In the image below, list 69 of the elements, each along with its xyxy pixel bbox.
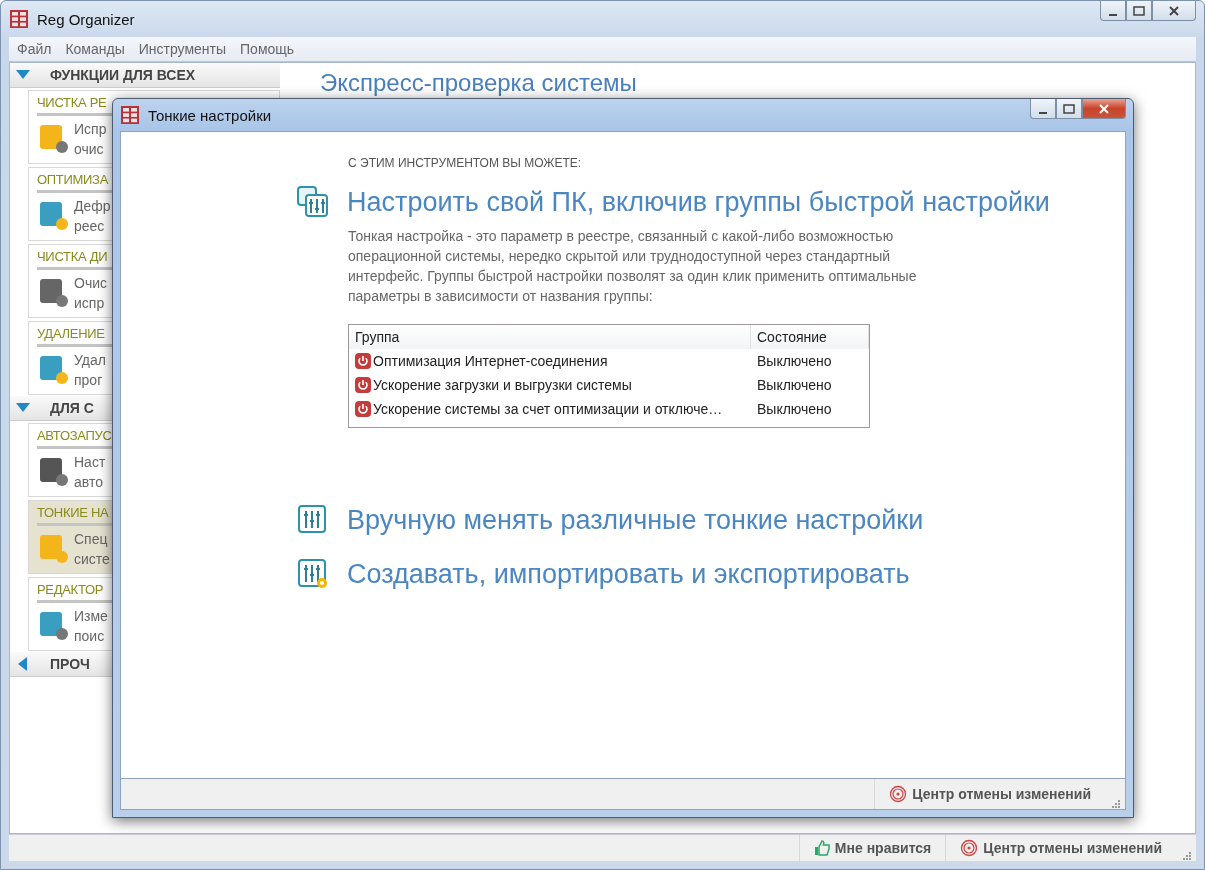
section-title: ФУНКЦИИ ДЛЯ ВСЕХ	[50, 67, 196, 83]
window-title: Reg Organizer	[37, 10, 135, 28]
dialog-title: Тонкие настройки	[148, 106, 272, 124]
sliders-gear-icon	[297, 558, 329, 590]
sliders-icon	[297, 186, 329, 218]
column-header[interactable]: Состояние	[751, 325, 869, 349]
card-title: АВТОЗАПУС	[37, 428, 113, 443]
card-description: систе	[74, 550, 110, 569]
collapsed-triangle-icon[interactable]	[16, 657, 30, 671]
maximize-icon	[1133, 5, 1145, 16]
card-title: ЧИСТКА ДИ	[37, 249, 109, 264]
maximize-icon	[1063, 103, 1075, 114]
card-title: ТОНКИЕ НА	[37, 505, 110, 520]
card-description: Удал	[74, 351, 106, 370]
state-cell-text: Выключено	[756, 401, 833, 417]
card-description: авто	[74, 473, 104, 492]
menu-item[interactable]: Команды	[65, 41, 125, 57]
close-button[interactable]	[1152, 1, 1196, 21]
minimize-button[interactable]	[1030, 99, 1056, 119]
card-title: ЧИСТКА РЕ	[37, 95, 108, 110]
card-description: испр	[74, 294, 106, 313]
maximize-button[interactable]	[1126, 1, 1152, 21]
state-cell-text: Выключено	[756, 377, 833, 393]
menu-item[interactable]: Файл	[17, 41, 52, 57]
sliders-icon	[297, 504, 329, 536]
menu-item[interactable]: Инструменты	[138, 41, 227, 57]
option-description: Тонкая настройка - это параметр в реестре, связанный с какой-либо возможностью операционной системы, нередко скрытой или труднодоступной через стандартный интерфейс. Группы быстрой настройки позволят за один клик применить оптимальные параметры в зависимости от названия группы:	[348, 227, 918, 306]
group-cell[interactable]: Оптимизация Интернет-соединения	[349, 353, 751, 369]
section-title: ПРОЧ	[50, 656, 90, 672]
group-cell[interactable]: Ускорение загрузки и выгрузки системы	[349, 377, 751, 393]
resize-grip-icon	[1180, 849, 1192, 861]
close-icon	[1168, 5, 1180, 16]
close-button[interactable]	[1082, 99, 1126, 119]
card-description: Очис	[74, 274, 107, 293]
minimize-button[interactable]	[1100, 1, 1126, 21]
card-description: реес	[74, 217, 106, 236]
minimize-icon	[1109, 13, 1117, 16]
resize-grip-icon	[1109, 797, 1121, 809]
card-description: поис	[74, 627, 106, 646]
option-link[interactable]: Создавать, импортировать и экспортировать	[347, 558, 910, 590]
app-logo-icon	[120, 105, 140, 125]
card-description: Дефр	[74, 197, 111, 216]
card-title: РЕДАКТОР	[37, 582, 105, 597]
thumbs-up-icon	[813, 840, 830, 856]
card-description: Изме	[74, 607, 108, 626]
card-description: очис	[74, 140, 105, 159]
section-header[interactable]: ФУНКЦИИ ДЛЯ ВСЕХ	[10, 63, 280, 88]
state-cell-text: Выключено	[756, 353, 833, 369]
card-description: Испр	[74, 120, 107, 139]
group-name: Оптимизация Интернет-соединения	[373, 353, 608, 369]
card-title: ОПТИМИЗА	[37, 172, 110, 187]
maximize-button[interactable]	[1056, 99, 1082, 119]
card-title: УДАЛЕНИЕ	[37, 326, 106, 341]
option-link[interactable]: Настроить свой ПК, включив группы быстрой настройки	[347, 186, 1050, 218]
app-logo-icon	[9, 9, 29, 29]
minimize-icon	[1039, 111, 1047, 114]
group-name: Ускорение загрузки и выгрузки системы	[373, 377, 632, 393]
section-title: ДЛЯ С	[50, 400, 94, 416]
close-icon	[1098, 103, 1110, 114]
undo-center-button[interactable]: Центр отмены изменений	[945, 835, 1176, 861]
card-description: прог	[74, 371, 104, 390]
intro-label: С ЭТИМ ИНСТРУМЕНТОМ ВЫ МОЖЕТЕ:	[348, 156, 583, 170]
card-description: Наст	[74, 453, 106, 472]
like-button[interactable]: Мне нравится	[798, 835, 946, 861]
card-description: Спец	[74, 530, 109, 549]
option-link[interactable]: Вручную менять различные тонкие настройки	[347, 504, 924, 536]
menu-item[interactable]: Помощь	[240, 41, 295, 57]
column-header[interactable]: Группа	[349, 325, 751, 349]
page-heading: Экспресс-проверка системы	[320, 69, 637, 96]
